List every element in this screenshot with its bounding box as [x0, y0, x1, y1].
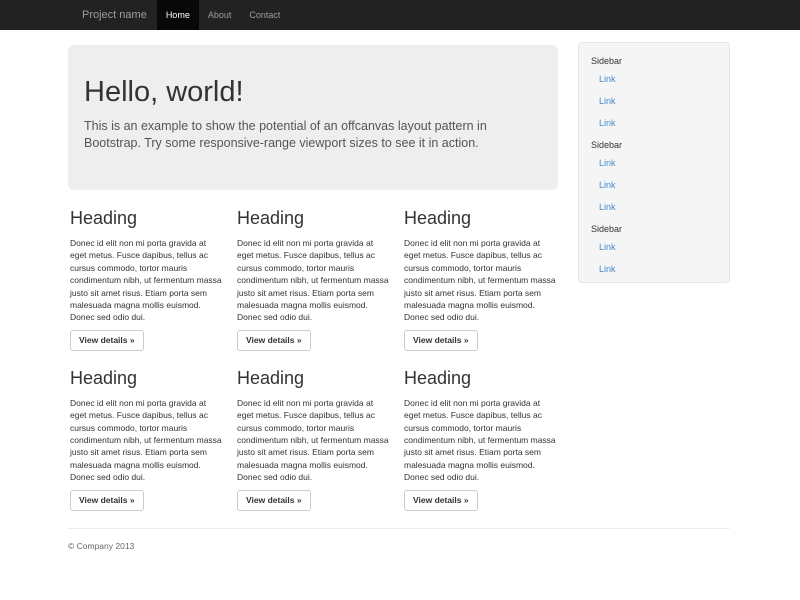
jumbotron: Hello, world! This is an example to show… — [68, 45, 558, 190]
sidebar-link[interactable]: Link — [599, 236, 721, 258]
sidebar-link[interactable]: Link — [599, 152, 721, 174]
sidebar-link[interactable]: Link — [599, 68, 721, 90]
content-card: Heading Donec id elit non mi porta gravi… — [404, 368, 571, 511]
cards-row-2: Heading Donec id elit non mi porta gravi… — [68, 368, 568, 511]
card-body-text: Donec id elit non mi porta gravida at eg… — [237, 397, 390, 484]
copyright-text: © Company 2013 — [68, 541, 730, 551]
nav-item-contact[interactable]: Contact — [240, 0, 289, 30]
content-card: Heading Donec id elit non mi porta gravi… — [404, 208, 571, 351]
card-body-text: Donec id elit non mi porta gravida at eg… — [70, 397, 223, 484]
content-card: Heading Donec id elit non mi porta gravi… — [237, 368, 404, 511]
card-heading: Heading — [70, 208, 223, 229]
footer-divider — [68, 528, 730, 529]
view-details-button[interactable]: View details » — [404, 490, 478, 511]
card-body-text: Donec id elit non mi porta gravida at eg… — [70, 237, 223, 324]
content-row: Hello, world! This is an example to show… — [68, 42, 730, 511]
page-title: Hello, world! — [84, 76, 542, 109]
sidebar-link[interactable]: Link — [599, 112, 721, 134]
sidebar-group-1: Sidebar Link Link Link — [591, 55, 721, 134]
content-card: Heading Donec id elit non mi porta gravi… — [70, 368, 237, 511]
card-body-text: Donec id elit non mi porta gravida at eg… — [404, 397, 557, 484]
nav-item-home[interactable]: Home — [157, 0, 199, 30]
content-card: Heading Donec id elit non mi porta gravi… — [70, 208, 237, 351]
view-details-button[interactable]: View details » — [70, 330, 144, 351]
card-heading: Heading — [237, 208, 390, 229]
cards-row-1: Heading Donec id elit non mi porta gravi… — [68, 208, 568, 351]
sidebar-group-title: Sidebar — [591, 223, 721, 235]
navbar: Project name Home About Contact — [0, 0, 800, 30]
jumbotron-description: This is an example to show the potential… — [84, 118, 542, 152]
card-heading: Heading — [404, 208, 557, 229]
main-column: Hello, world! This is an example to show… — [68, 42, 568, 511]
sidebar: Sidebar Link Link Link Sidebar Link Link… — [578, 42, 730, 283]
sidebar-link[interactable]: Link — [599, 90, 721, 112]
content-card: Heading Donec id elit non mi porta gravi… — [237, 208, 404, 351]
sidebar-group-2: Sidebar Link Link Link — [591, 139, 721, 218]
sidebar-group-title: Sidebar — [591, 139, 721, 151]
card-heading: Heading — [404, 368, 557, 389]
sidebar-link[interactable]: Link — [599, 258, 721, 280]
view-details-button[interactable]: View details » — [237, 330, 311, 351]
card-heading: Heading — [70, 368, 223, 389]
sidebar-group-title: Sidebar — [591, 55, 721, 67]
view-details-button[interactable]: View details » — [70, 490, 144, 511]
navbar-brand[interactable]: Project name — [82, 0, 147, 30]
sidebar-group-3: Sidebar Link Link — [591, 223, 721, 280]
nav-item-about[interactable]: About — [199, 0, 241, 30]
page-container: Hello, world! This is an example to show… — [68, 42, 730, 551]
card-body-text: Donec id elit non mi porta gravida at eg… — [404, 237, 557, 324]
footer: © Company 2013 — [68, 528, 730, 551]
view-details-button[interactable]: View details » — [237, 490, 311, 511]
view-details-button[interactable]: View details » — [404, 330, 478, 351]
sidebar-link[interactable]: Link — [599, 174, 721, 196]
sidebar-link[interactable]: Link — [599, 196, 721, 218]
card-body-text: Donec id elit non mi porta gravida at eg… — [237, 237, 390, 324]
card-heading: Heading — [237, 368, 390, 389]
